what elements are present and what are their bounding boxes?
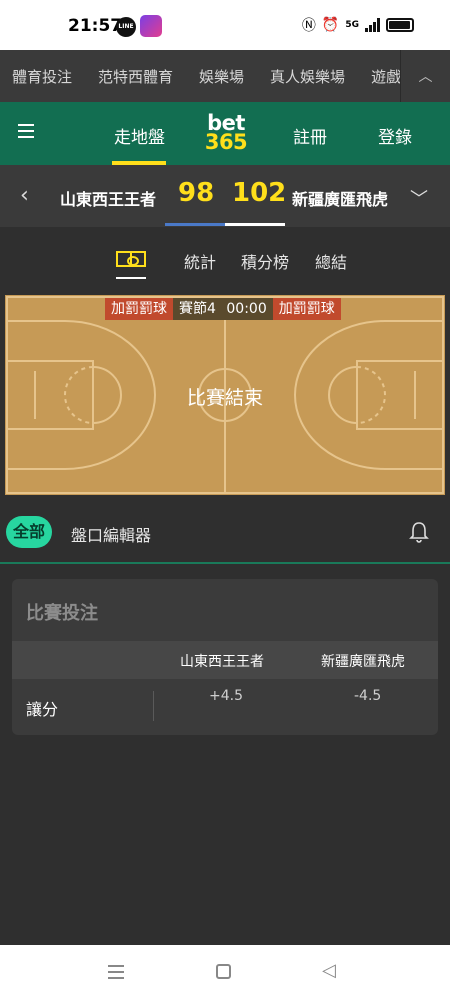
tab-standings[interactable]: 積分榜 — [241, 249, 289, 273]
tab-summary[interactable]: 總結 — [315, 249, 347, 273]
home-team-name: 山東西王王者 — [60, 190, 157, 209]
home-handicap-odds[interactable]: +4.5 — [209, 688, 243, 704]
recent-apps-icon[interactable] — [108, 965, 124, 983]
status-bar: 21:57 LINE Ⓝ ⏰ 5G — [0, 0, 450, 50]
top-nav-item-casino[interactable]: 娛樂場 — [199, 66, 244, 87]
home-team-color-bar — [165, 223, 225, 226]
site-header: 走地盤 bet 365 註冊 登錄 — [0, 102, 450, 165]
alarm-icon: ⏰ — [321, 17, 340, 33]
market-title[interactable]: 比賽投注 — [26, 599, 98, 625]
match-tabs: 統計 積分榜 總結 — [0, 227, 450, 295]
tab-stats[interactable]: 統計 — [184, 249, 216, 273]
active-tab-indicator — [116, 277, 146, 279]
game-status-text: 比賽結束 — [186, 387, 263, 409]
away-score: 102 — [232, 178, 287, 208]
period-clock: 賽節4 00:00 — [173, 298, 273, 320]
market-column-header: 山東西王王者 新疆廣匯飛虎 — [12, 641, 438, 679]
system-nav-bar: ◁ — [0, 945, 450, 1000]
basketball-court-icon[interactable] — [116, 251, 146, 267]
column-away-team: 新疆廣匯飛虎 — [321, 654, 405, 670]
top-nav: 體育投注 范特西體育 娛樂場 真人娛樂場 遊戲 ︿ — [0, 50, 450, 102]
away-team-name: 新疆廣匯飛虎 — [292, 190, 389, 209]
column-home-team: 山東西王王者 — [180, 654, 264, 670]
away-bonus-badge: 加罰罰球 — [272, 298, 341, 320]
home-score: 98 — [178, 178, 215, 208]
network-label: 5G — [345, 20, 359, 30]
market-editor-button[interactable]: 盤口編輯器 — [71, 522, 151, 546]
top-nav-item-fantasy[interactable]: 范特西體育 — [98, 66, 173, 87]
back-icon[interactable]: ◁ — [322, 960, 336, 981]
bell-icon[interactable] — [408, 520, 430, 544]
filter-all-chip[interactable]: 全部 — [6, 516, 52, 548]
chevron-up-icon[interactable]: ︿ — [400, 50, 450, 102]
market-filter-bar: 全部 盤口編輯器 — [0, 500, 450, 564]
away-handicap-odds[interactable]: -4.5 — [354, 688, 381, 704]
status-icons: Ⓝ ⏰ 5G — [302, 15, 414, 35]
battery-icon — [386, 18, 414, 32]
home-bonus-badge: 加罰罰球 — [105, 298, 173, 320]
game-clock: 00:00 — [226, 301, 267, 317]
period-label: 賽節4 — [179, 301, 216, 317]
nfc-icon: Ⓝ — [301, 18, 316, 34]
chevron-down-icon[interactable]: ﹀ — [410, 185, 428, 211]
clock: 21:57 — [68, 16, 123, 36]
back-chevron-icon[interactable]: ‹ — [20, 183, 29, 208]
signal-icon — [365, 18, 380, 32]
top-nav-item-live-casino[interactable]: 真人娛樂場 — [270, 66, 345, 87]
top-nav-item-games[interactable]: 遊戲 — [371, 66, 400, 87]
logo-text-bottom: 365 — [204, 130, 248, 154]
bet365-logo[interactable]: bet 365 — [203, 113, 249, 154]
court-visualization: 加罰罰球 賽節4 00:00 加罰罰球 比賽結束 — [5, 295, 445, 495]
line-app-icon: LINE — [116, 17, 136, 37]
register-button[interactable]: 註冊 — [293, 123, 327, 148]
row-divider — [153, 691, 154, 721]
game-state-banner: 加罰罰球 賽節4 00:00 加罰罰球 — [105, 298, 341, 320]
handicap-row-label: 讓分 — [26, 700, 59, 719]
top-nav-items: 體育投注 范特西體育 娛樂場 真人娛樂場 遊戲 — [0, 66, 400, 87]
game-app-icon — [140, 15, 162, 37]
login-button[interactable]: 登錄 — [378, 123, 412, 148]
away-team-color-bar — [225, 223, 285, 226]
match-betting-card: 比賽投注 山東西王王者 新疆廣匯飛虎 讓分 +4.5 -4.5 — [12, 579, 438, 735]
menu-icon[interactable] — [18, 124, 34, 142]
home-icon[interactable] — [216, 964, 231, 979]
live-betting-link[interactable]: 走地盤 — [114, 123, 165, 148]
top-nav-item-sports[interactable]: 體育投注 — [12, 66, 72, 87]
scoreboard: ‹ 山東西王王者 98 102 新疆廣匯飛虎 ﹀ — [0, 165, 450, 227]
